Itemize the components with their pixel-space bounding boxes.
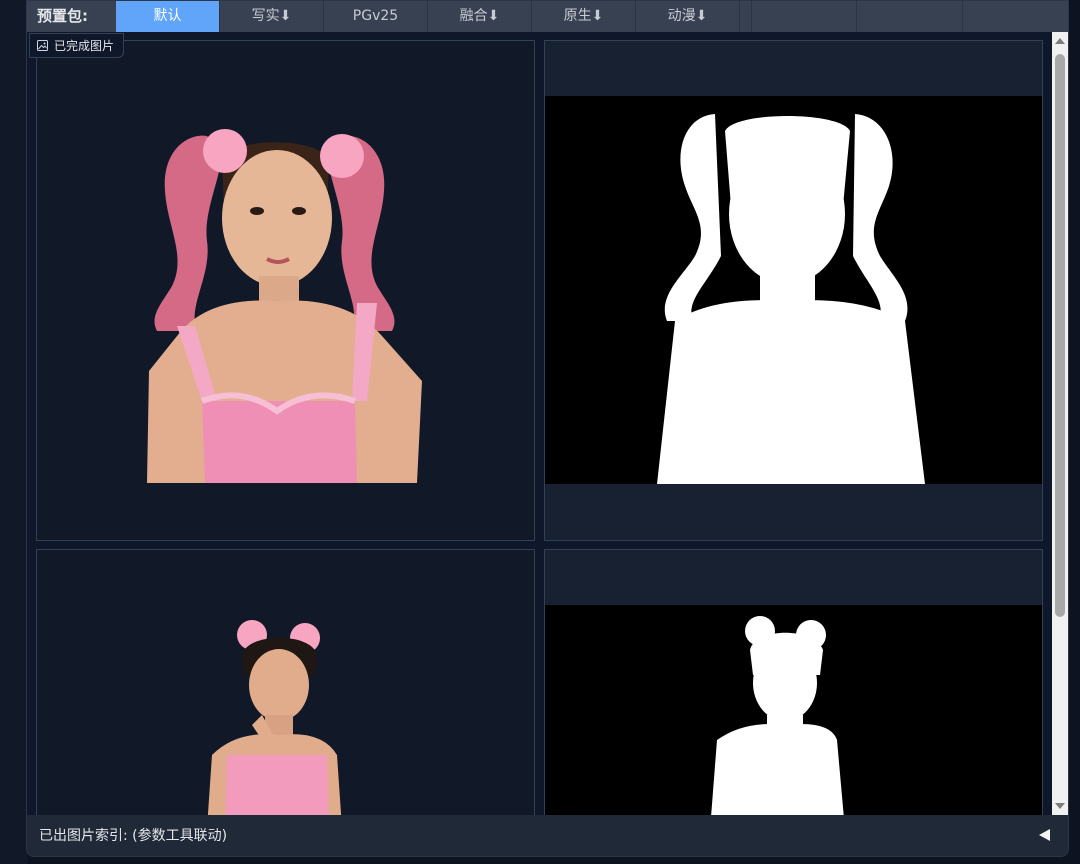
photo-girl-pigtails (147, 129, 422, 483)
completed-images-badge: 已完成图片 (29, 33, 125, 58)
scroll-down-icon[interactable] (1055, 803, 1065, 809)
photo-girl-buns (207, 620, 342, 815)
tab-fusion[interactable]: 融合⬇ (428, 1, 532, 32)
left-edge-strip (0, 0, 27, 864)
output-index-bar: 已出图片索引: (参数工具联动) (27, 815, 1068, 856)
tab-empty-2[interactable] (857, 1, 963, 32)
tab-native[interactable]: 原生⬇ (532, 1, 636, 32)
gallery-image-2[interactable] (544, 40, 1043, 541)
tab-anime[interactable]: 动漫⬇ (636, 1, 740, 32)
mask-image-pigtails (545, 96, 1042, 484)
tab-empty-3[interactable] (963, 1, 1068, 32)
image-gallery: 已完成图片 (27, 32, 1052, 815)
preset-label: 预置包: (37, 7, 88, 25)
image-icon (37, 40, 48, 51)
gallery-image-3[interactable] (36, 549, 535, 815)
tab-pgv25[interactable]: PGv25 (324, 1, 428, 32)
scroll-up-icon[interactable] (1055, 38, 1065, 44)
tab-empty-1[interactable] (751, 1, 857, 32)
completed-images-label: 已完成图片 (54, 39, 115, 53)
mask-image-buns (545, 605, 1042, 815)
tab-realistic[interactable]: 写实⬇ (220, 1, 324, 32)
output-index-label: 已出图片索引: (参数工具联动) (39, 828, 228, 844)
gallery-image-4[interactable] (544, 549, 1043, 815)
collapse-left-icon[interactable] (1039, 829, 1050, 841)
gallery-image-1[interactable] (36, 40, 535, 541)
gallery-scrollbar[interactable] (1052, 32, 1068, 815)
preset-tabbar: 预置包: 默认 写实⬇ PGv25 融合⬇ 原生⬇ 动漫⬇ (27, 1, 1068, 32)
tab-default[interactable]: 默认 (116, 1, 220, 32)
gallery-panel: 预置包: 默认 写实⬇ PGv25 融合⬇ 原生⬇ 动漫⬇ 已完成图片 已出图片… (26, 0, 1069, 857)
scrollbar-thumb[interactable] (1055, 54, 1065, 617)
